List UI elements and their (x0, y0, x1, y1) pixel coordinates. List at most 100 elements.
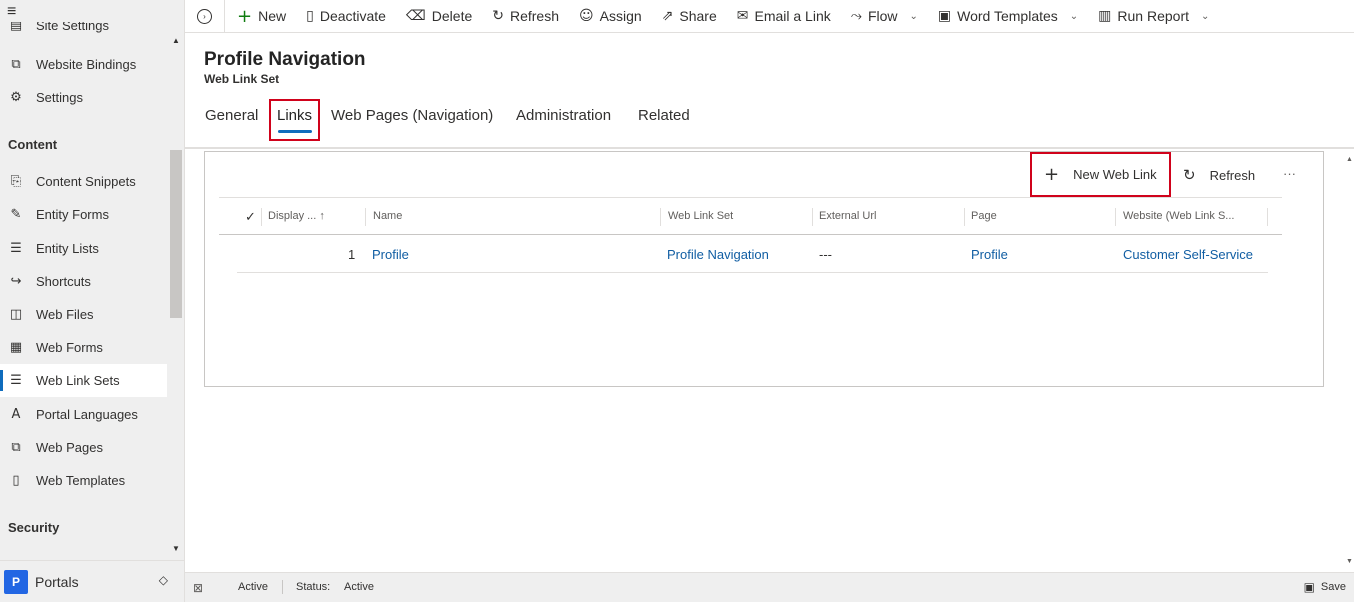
nav-item-portal-languages[interactable]: A Portal Languages (0, 398, 167, 431)
tab-highlight-box (269, 99, 320, 141)
nav-item-site-settings[interactable]: ▤ Site Settings (0, 22, 167, 42)
column-header-website[interactable]: Website (Web Link S... (1123, 198, 1263, 235)
page-subtitle: Web Link Set (204, 72, 280, 86)
status-separator (282, 580, 283, 594)
scroll-down-icon[interactable]: ▼ (172, 544, 180, 553)
nav-item-website-bindings[interactable]: ⧉ Website Bindings (0, 48, 167, 81)
nav-item-content-snippets[interactable]: ⎘ Content Snippets (0, 165, 167, 198)
column-separator (1115, 208, 1116, 226)
column-header-display-order[interactable]: Display ... ↑ (268, 198, 358, 235)
nav-item-entity-forms[interactable]: ✎ Entity Forms (0, 198, 167, 231)
nav-item-web-files[interactable]: ◫ Web Files (0, 298, 167, 331)
select-all-checkmark-icon[interactable]: ✓ (245, 198, 256, 235)
chevron-down-icon: ⌄ (909, 10, 918, 22)
email-link-button[interactable]: ✉ Email a Link (727, 0, 841, 33)
nav-item-settings[interactable]: ⚙ Settings (0, 81, 167, 114)
column-separator (660, 208, 661, 226)
nav-item-label: Web Pages (36, 440, 103, 455)
nav-item-shortcuts[interactable]: ↪ Shortcuts (0, 265, 167, 298)
new-label: New (258, 8, 287, 24)
column-header-external-url[interactable]: External Url (819, 198, 959, 235)
scroll-up-icon[interactable]: ▲ (1346, 156, 1353, 163)
cell-page-link[interactable]: Profile (971, 236, 1008, 273)
status-bar: ⊠ Active Status: Active ▣ Save (185, 572, 1354, 602)
assign-label: Assign (599, 8, 642, 24)
template-icon: ▯ (12, 473, 20, 488)
cell-web-link-set-link[interactable]: Profile Navigation (667, 236, 769, 273)
save-label: Save (1320, 581, 1346, 593)
plus-icon: + (1044, 164, 1060, 185)
snippet-icon: ⎘ (10, 174, 22, 189)
column-header-name[interactable]: Name (373, 198, 653, 235)
column-separator (1267, 208, 1268, 226)
assign-button[interactable]: ☺ Assign (569, 0, 652, 33)
web-page-icon: ⧉ (11, 440, 21, 455)
assign-icon: ☺ (579, 8, 594, 24)
run-report-button[interactable]: ▥ Run Report ⌄ (1088, 0, 1219, 33)
cell-external-url: --- (819, 247, 832, 262)
binding-icon: ⧉ (11, 57, 21, 72)
nav-item-web-templates[interactable]: ▯ Web Templates (0, 464, 167, 497)
command-bar: › + New ▯ Deactivate ⌫ Delete ↻ Refresh … (185, 0, 1354, 33)
tab-general[interactable]: General (205, 98, 258, 138)
column-separator (964, 208, 965, 226)
word-templates-button[interactable]: ▣ Word Templates ⌄ (928, 0, 1088, 33)
nav-item-web-link-sets[interactable]: ☰ Web Link Sets (0, 364, 167, 397)
subgrid-refresh-button[interactable]: ↻ Refresh (1183, 166, 1255, 184)
back-button[interactable]: › (185, 0, 225, 33)
hamburger-menu-icon[interactable]: ≡ (7, 4, 23, 20)
more-commands-button[interactable]: ··· (1283, 166, 1296, 181)
email-icon: ✉ (736, 8, 749, 24)
flow-label: Flow (867, 8, 898, 24)
left-navigation: ≡ ▤ Site Settings ⧉ Website Bindings ⚙ S… (0, 0, 185, 602)
report-icon: ▥ (1098, 8, 1112, 24)
nav-item-entity-lists[interactable]: ☰ Entity Lists (0, 232, 167, 265)
web-form-icon: ▦ (9, 340, 23, 355)
share-button[interactable]: ⇗ Share (652, 0, 727, 33)
nav-item-label: Shortcuts (36, 274, 91, 289)
nav-item-label: Entity Forms (36, 207, 109, 222)
cell-website-link[interactable]: Customer Self-Service (1123, 236, 1253, 273)
tab-related[interactable]: Related (638, 98, 690, 138)
web-file-icon: ◫ (9, 307, 23, 322)
new-button[interactable]: + New (227, 0, 296, 33)
new-web-link-button[interactable]: + New Web Link (1030, 152, 1171, 197)
nav-item-web-forms[interactable]: ▦ Web Forms (0, 331, 167, 364)
nav-item-label: Web Templates (36, 473, 126, 488)
plus-icon: + (237, 5, 253, 27)
status-label: Status: (296, 581, 331, 593)
scroll-up-icon[interactable]: ▲ (172, 36, 180, 45)
nav-item-label: Web Forms (36, 340, 103, 355)
chevron-down-icon: ⌄ (1069, 10, 1079, 22)
refresh-button[interactable]: ↻ Refresh (482, 0, 569, 33)
column-header-web-link-set[interactable]: Web Link Set (668, 198, 808, 235)
nav-scrollbar[interactable]: ▲ ▼ (168, 22, 184, 558)
record-state: Active (238, 581, 268, 593)
cell-name-link[interactable]: Profile (372, 236, 409, 273)
save-button[interactable]: ▣ Save (1304, 580, 1346, 594)
area-label: Portals (35, 573, 79, 590)
language-icon: A (11, 407, 21, 422)
column-header-page[interactable]: Page (971, 198, 1111, 235)
delete-button[interactable]: ⌫ Delete (396, 0, 482, 33)
tab-web-pages-navigation[interactable]: Web Pages (Navigation) (331, 98, 493, 138)
flow-button[interactable]: ⤳ Flow ⌄ (841, 0, 928, 33)
run-report-label: Run Report (1117, 8, 1189, 24)
back-arrow-icon: › (197, 8, 212, 24)
table-row[interactable]: 1 Profile Profile Navigation --- Profile… (237, 236, 1268, 273)
nav-item-label: Web Files (36, 307, 94, 322)
area-switcher[interactable]: P Portals ◇ (0, 560, 184, 602)
deactivate-button[interactable]: ▯ Deactivate (296, 0, 396, 33)
tab-administration[interactable]: Administration (516, 98, 611, 138)
chevron-down-icon: ⌄ (1201, 10, 1210, 22)
nav-item-web-pages[interactable]: ⧉ Web Pages (0, 431, 167, 464)
deactivate-icon: ▯ (306, 8, 314, 24)
refresh-icon: ↻ (1183, 166, 1196, 184)
new-web-link-label: New Web Link (1073, 167, 1157, 182)
scroll-thumb[interactable] (170, 150, 182, 318)
delete-label: Delete (431, 8, 473, 24)
chevron-up-down-icon: ◇ (158, 573, 168, 587)
scroll-down-icon[interactable]: ▼ (1346, 558, 1353, 565)
column-header-label: Display ... (268, 210, 317, 222)
links-subgrid: + New Web Link ↻ Refresh ··· ✓ Display .… (204, 151, 1324, 387)
